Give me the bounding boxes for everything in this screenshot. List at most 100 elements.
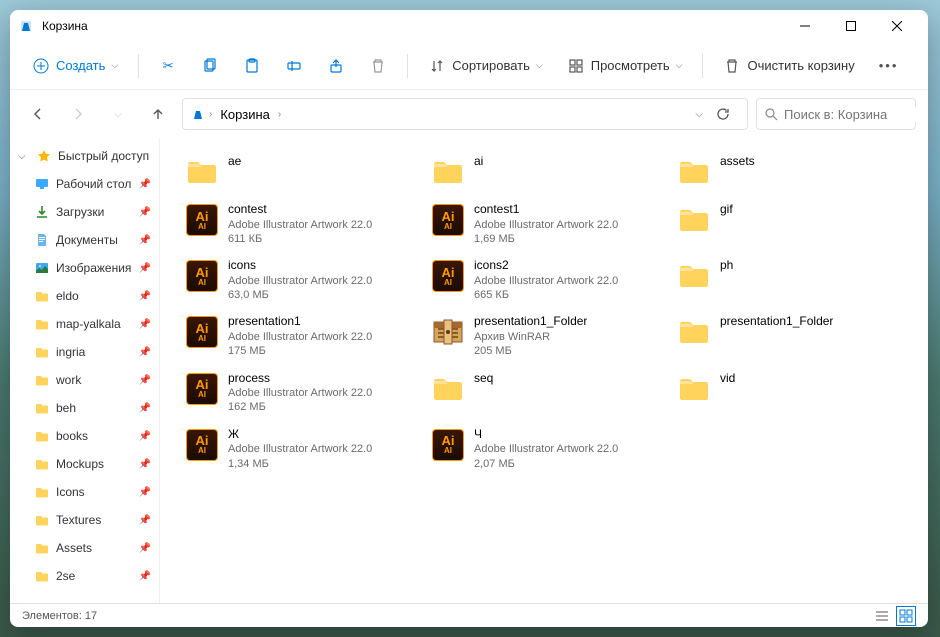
folder-item[interactable]: ai [426, 150, 662, 194]
search-input[interactable] [784, 107, 928, 122]
file-item[interactable]: AiAIcontestAdobe Illustrator Artwork 22.… [180, 198, 416, 250]
file-type: Adobe Illustrator Artwork 22.0 [474, 274, 618, 288]
search-box[interactable] [756, 98, 916, 130]
maximize-button[interactable] [828, 10, 874, 42]
scissors-icon: ✂ [159, 57, 177, 75]
minimize-button[interactable] [782, 10, 828, 42]
refresh-button[interactable] [707, 98, 739, 130]
file-item[interactable]: AiAIЧAdobe Illustrator Artwork 22.02,07 … [426, 423, 662, 475]
search-icon [765, 108, 778, 121]
folder-icon [676, 314, 712, 350]
new-button[interactable]: Создать ⌵ [22, 50, 128, 82]
sidebar-item[interactable]: Документы📌 [10, 226, 159, 254]
sidebar-item[interactable]: work📌 [10, 366, 159, 394]
cut-button[interactable]: ✂ [149, 50, 187, 82]
sidebar-item[interactable]: map-yalkala📌 [10, 310, 159, 338]
view-button[interactable]: Просмотреть ⌵ [557, 50, 693, 82]
file-item[interactable]: AiAIiconsAdobe Illustrator Artwork 22.06… [180, 254, 416, 306]
delete-button[interactable] [359, 50, 397, 82]
item-name: contest1 [474, 202, 618, 218]
folder-icon [34, 316, 50, 332]
illustrator-icon: AiAI [184, 427, 220, 463]
breadcrumb-segment[interactable]: Корзина [216, 105, 274, 124]
item-name: gif [720, 202, 733, 218]
recent-button[interactable]: ⌵ [102, 98, 134, 130]
illustrator-icon: AiAI [184, 202, 220, 238]
share-button[interactable] [317, 50, 355, 82]
address-bar: ⌵ › Корзина › ⌵ [10, 90, 928, 138]
illustrator-icon: AiAI [184, 371, 220, 407]
sidebar-item[interactable]: Textures📌 [10, 506, 159, 534]
item-name: presentation1_Folder [474, 314, 587, 330]
chevron-down-icon: ⌵ [114, 109, 122, 120]
folder-icon [676, 154, 712, 190]
file-item[interactable]: AiAIcontest1Adobe Illustrator Artwork 22… [426, 198, 662, 250]
file-item[interactable]: presentation1_FolderАрхив WinRAR205 МБ [426, 310, 662, 362]
sidebar-item[interactable]: Изображения📌 [10, 254, 159, 282]
file-item[interactable]: AiAIprocessAdobe Illustrator Artwork 22.… [180, 367, 416, 419]
sidebar-item[interactable]: Icons📌 [10, 478, 159, 506]
body: ⌵ Быстрый доступ Рабочий стол📌Загрузки📌Д… [10, 138, 928, 603]
empty-recycle-button[interactable]: Очистить корзину [713, 50, 864, 82]
more-button[interactable]: ••• [869, 50, 909, 82]
window-title: Корзина [42, 19, 782, 33]
sort-button[interactable]: Сортировать ⌵ [418, 50, 553, 82]
file-item[interactable]: AiAIЖAdobe Illustrator Artwork 22.01,34 … [180, 423, 416, 475]
item-name: process [228, 371, 372, 387]
separator [407, 54, 408, 78]
sidebar-item[interactable]: eldo📌 [10, 282, 159, 310]
up-button[interactable] [142, 98, 174, 130]
folder-item[interactable]: seq [426, 367, 662, 419]
file-size: 1,69 МБ [474, 232, 618, 246]
sidebar-item-label: ingria [56, 345, 85, 359]
sidebar-item[interactable]: Рабочий стол📌 [10, 170, 159, 198]
illustrator-icon: AiAI [184, 258, 220, 294]
folder-item[interactable]: gif [672, 198, 908, 250]
item-name: ph [720, 258, 733, 274]
trash-icon [369, 57, 387, 75]
sidebar-item[interactable]: Загрузки📌 [10, 198, 159, 226]
item-name: assets [720, 154, 755, 170]
folder-icon [34, 484, 50, 500]
separator [138, 54, 139, 78]
paste-button[interactable] [233, 50, 271, 82]
file-size: 175 МБ [228, 344, 372, 358]
folder-item[interactable]: ph [672, 254, 908, 306]
item-name: icons2 [474, 258, 618, 274]
close-button[interactable] [874, 10, 920, 42]
back-button[interactable] [22, 98, 54, 130]
file-list[interactable]: ae ai assets AiAIcontestAdobe Illustrator A… [160, 138, 928, 603]
file-item[interactable]: AiAIicons2Adobe Illustrator Artwork 22.0… [426, 254, 662, 306]
folder-item[interactable]: vid [672, 367, 908, 419]
sidebar-item[interactable]: 2se📌 [10, 562, 159, 590]
chevron-right-icon: › [278, 109, 281, 120]
star-icon [36, 148, 52, 164]
chevron-down-icon: ⌵ [111, 60, 118, 71]
chevron-down-icon[interactable]: ⌵ [695, 109, 703, 120]
folder-icon [34, 372, 50, 388]
item-name: ai [474, 154, 483, 170]
sidebar-item[interactable]: Assets📌 [10, 534, 159, 562]
sidebar-item[interactable]: beh📌 [10, 394, 159, 422]
rename-button[interactable] [275, 50, 313, 82]
folder-item[interactable]: presentation1_Folder [672, 310, 908, 362]
forward-button[interactable] [62, 98, 94, 130]
copy-button[interactable] [191, 50, 229, 82]
file-item[interactable]: AiAIpresentation1Adobe Illustrator Artwo… [180, 310, 416, 362]
item-name: icons [228, 258, 372, 274]
folder-icon [34, 568, 50, 584]
sidebar-item[interactable]: books📌 [10, 422, 159, 450]
folder-icon [34, 456, 50, 472]
sidebar-quick-access[interactable]: ⌵ Быстрый доступ [10, 142, 159, 170]
item-name: presentation1 [228, 314, 372, 330]
sidebar-item-label: 2se [56, 569, 75, 583]
details-view-button[interactable] [872, 606, 892, 626]
sidebar-item[interactable]: Mockups📌 [10, 450, 159, 478]
thumbnails-view-button[interactable] [896, 606, 916, 626]
sidebar-item[interactable]: ingria📌 [10, 338, 159, 366]
folder-icon [34, 400, 50, 416]
folder-item[interactable]: assets [672, 150, 908, 194]
desktop-icon [34, 176, 50, 192]
breadcrumb[interactable]: › Корзина › ⌵ [182, 98, 748, 130]
folder-item[interactable]: ae [180, 150, 416, 194]
